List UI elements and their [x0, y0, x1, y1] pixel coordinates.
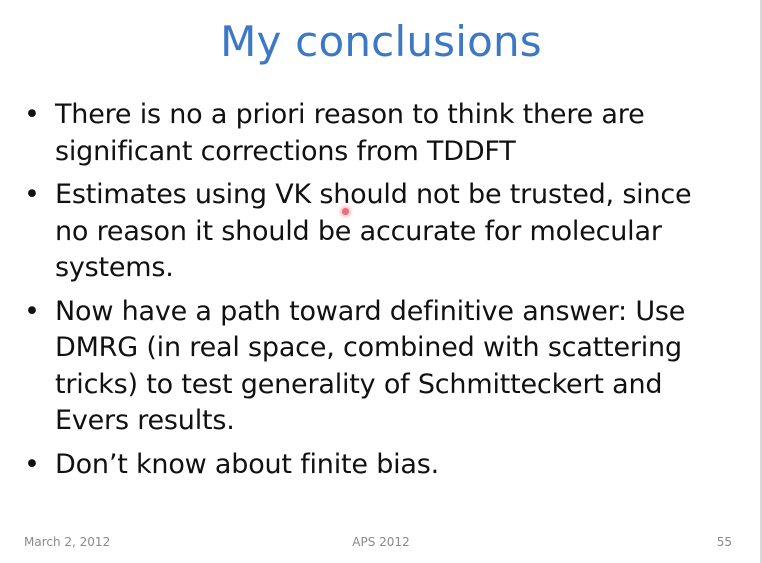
bullet-line: Don’t know about finite bias.: [55, 448, 440, 480]
bullet-line: significant corrections from TDDFT: [55, 135, 516, 167]
bullet-marker: •: [24, 448, 40, 480]
bullet-line: Estimates using VK should not be trusted…: [55, 179, 692, 210]
footer-event: APS 2012: [352, 535, 410, 549]
bullet-marker: •: [24, 179, 40, 210]
bullet-list: • There is no a priori reason to think t…: [22, 97, 742, 490]
bullet-item: • Estimates using VK should not be trust…: [22, 177, 742, 287]
bullet-line: systems.: [55, 252, 174, 283]
bullet-marker: •: [24, 295, 40, 327]
slide-title: My conclusions: [220, 17, 542, 66]
bullet-line: Evers results.: [55, 405, 235, 436]
presentation-slide: My conclusions • There is no a priori re…: [0, 0, 762, 563]
bullet-item: • Don’t know about finite bias.: [22, 447, 742, 484]
bullet-line: DMRG (in real space, combined with scatt…: [55, 332, 682, 363]
bullet-item: • There is no a priori reason to think t…: [22, 97, 742, 170]
slide-number: 55: [716, 535, 732, 549]
bullet-line: Now have a path toward definitive answer…: [55, 295, 686, 327]
laser-pointer-icon: [342, 208, 349, 215]
bullet-line: tricks) to test generality of Schmitteck…: [55, 368, 663, 400]
bullet-line: no reason it should be accurate for mole…: [55, 215, 662, 247]
bullet-line: There is no a priori reason to think the…: [55, 99, 645, 130]
bullet-marker: •: [24, 99, 40, 130]
bullet-item: • Now have a path toward definitive answ…: [22, 294, 742, 440]
